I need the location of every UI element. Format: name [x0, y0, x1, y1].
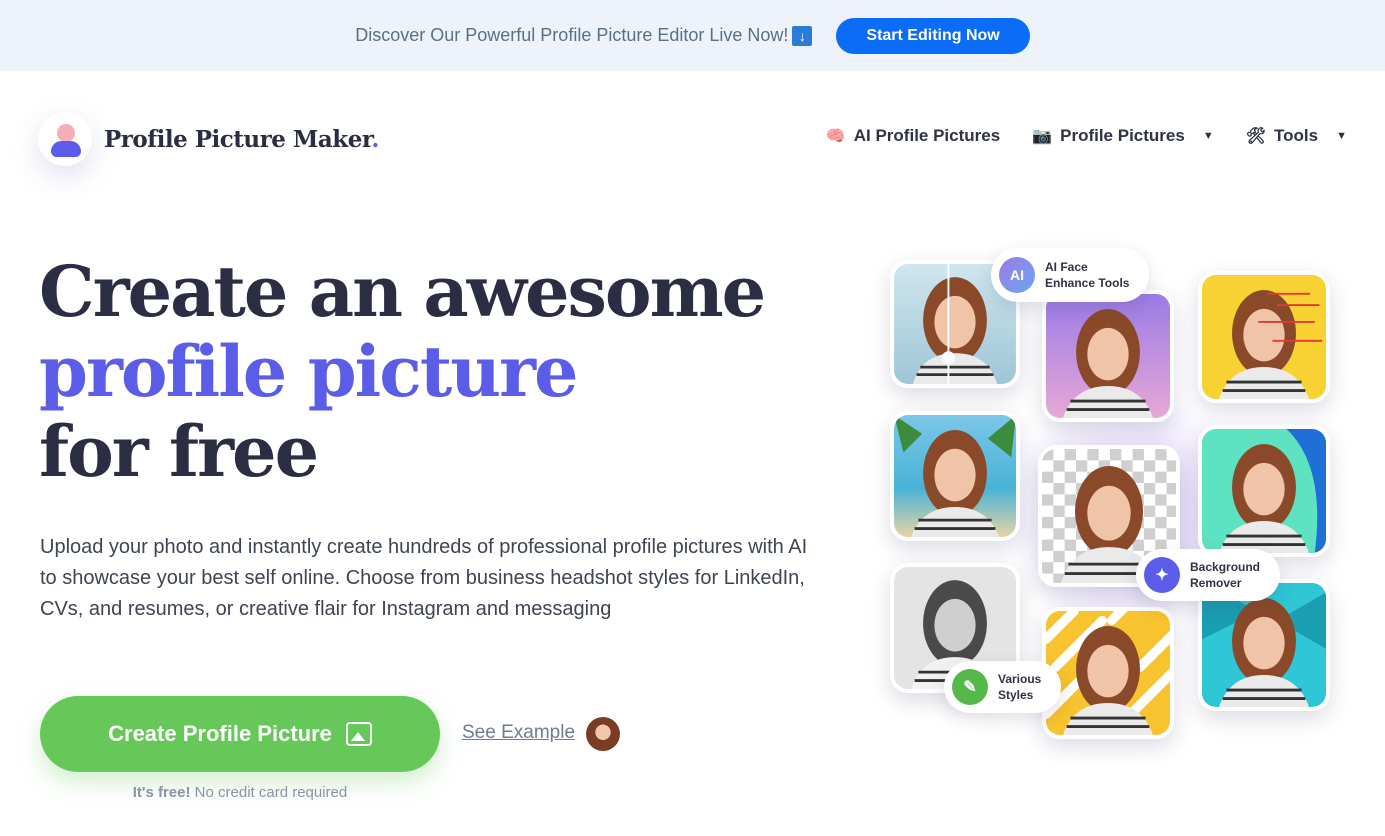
hero-title-line2: profile picture — [39, 330, 579, 413]
ai-face-enhance-label: AI Face Enhance Tools — [1045, 260, 1130, 290]
tile-yellow-pattern-photo — [1042, 607, 1174, 739]
down-arrow-icon: ↓ — [792, 25, 813, 46]
caret-down-icon: ▼ — [1336, 130, 1347, 142]
example-avatar[interactable] — [586, 717, 620, 751]
caret-down-icon: ▼ — [1202, 130, 1214, 142]
nav-label: Tools — [1274, 126, 1319, 145]
announcement-bar: Discover Our Powerful Profile Picture Ed… — [0, 0, 1385, 71]
magic-wand-icon: ✦ — [1144, 557, 1180, 593]
nav-profile-pictures[interactable]: 📷 Profile Pictures ▼ — [1032, 126, 1214, 146]
camera-icon: 📷 — [1032, 128, 1053, 145]
see-example-link[interactable]: See Example — [462, 722, 575, 744]
logo-text: Profile Picture Maker. — [104, 125, 379, 153]
cta-label: Create Profile Picture — [108, 721, 332, 746]
main-nav: 🧠 AI Profile Pictures 📷 Profile Pictures… — [826, 126, 1347, 146]
brush-icon: ✎ — [952, 669, 988, 705]
ai-icon: AI — [999, 257, 1035, 293]
hero-description: Upload your photo and instantly create h… — [40, 536, 808, 620]
create-profile-picture-button[interactable]: Create Profile Picture — [40, 696, 440, 772]
ai-face-enhance-badge: AI AI Face Enhance Tools — [991, 248, 1150, 302]
hero-title: Create an awesome profile picture for fr… — [39, 250, 766, 493]
various-styles-label: Various Styles — [998, 672, 1042, 702]
tools-icon: 🛠 — [1245, 128, 1267, 145]
hero-title-line3: for free — [39, 410, 319, 493]
free-note: It's free! No credit card required — [132, 784, 348, 801]
announcement-text: Discover Our Powerful Profile Picture Ed… — [355, 25, 813, 46]
nav-tools[interactable]: 🛠 Tools ▼ — [1246, 126, 1347, 146]
hero-title-line1: Create an awesome — [39, 250, 766, 333]
various-styles-badge: ✎ Various Styles — [944, 661, 1062, 713]
nav-ai-profile-pictures[interactable]: 🧠 AI Profile Pictures — [826, 126, 1000, 146]
tile-teal-photo — [1198, 425, 1330, 557]
start-editing-button[interactable]: Start Editing Now — [836, 17, 1030, 54]
nav-label: AI Profile Pictures — [853, 126, 1001, 145]
announcement-label: Discover Our Powerful Profile Picture Ed… — [355, 25, 789, 45]
logo-avatar-icon — [38, 112, 92, 166]
background-remover-badge: ✦ Background Remover — [1136, 549, 1281, 601]
nav-label: Profile Pictures — [1060, 126, 1185, 145]
profile-collage: AI AI Face Enhance Tools ✦ Background Re… — [880, 245, 1360, 755]
image-icon — [345, 722, 372, 746]
tile-beach-photo — [890, 411, 1020, 541]
background-remover-label: Background Remover — [1190, 560, 1261, 590]
brain-icon: 🧠 — [825, 128, 846, 145]
tile-yellow-glitch-photo — [1198, 271, 1330, 403]
site-logo[interactable]: Profile Picture Maker. — [38, 112, 379, 166]
tile-purple-gradient-photo — [1042, 290, 1174, 422]
